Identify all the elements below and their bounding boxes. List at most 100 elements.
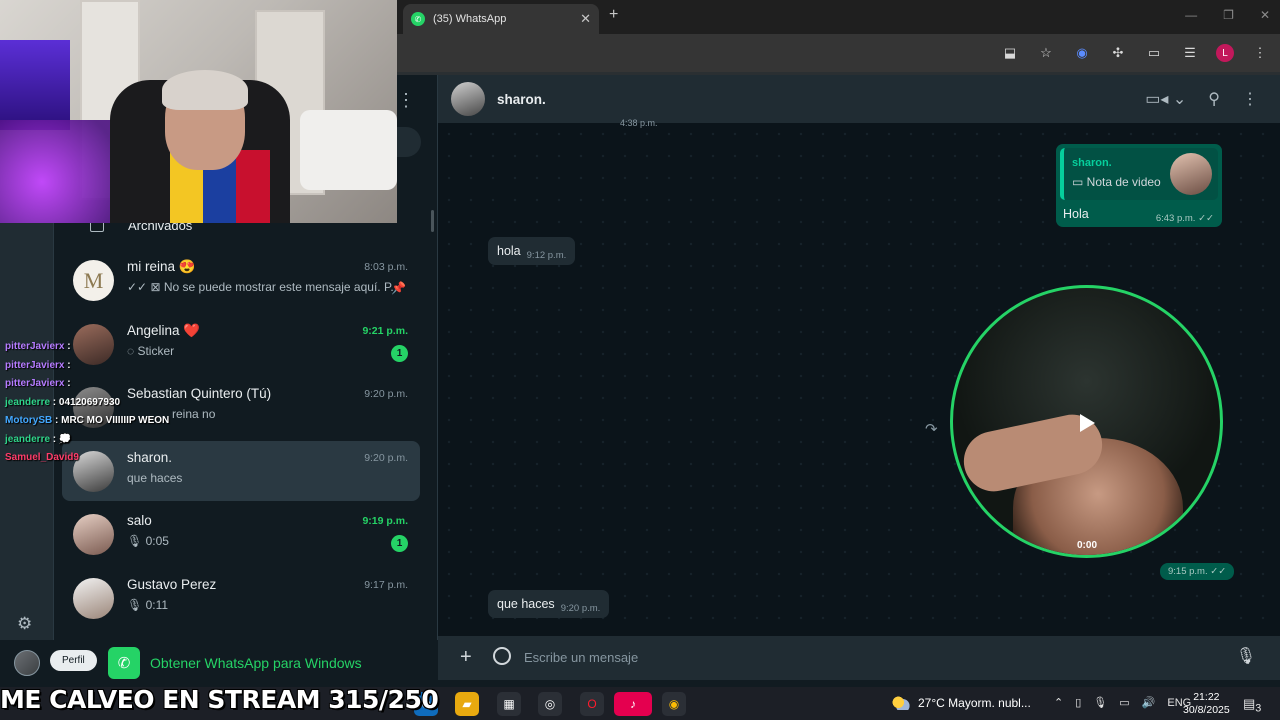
video-note[interactable]: 0:00 bbox=[950, 285, 1223, 558]
profile-avatar[interactable] bbox=[14, 650, 40, 676]
puzzle-icon[interactable]: ✣ bbox=[1108, 43, 1128, 63]
chat-time: 9:21 p.m. bbox=[362, 325, 408, 337]
chrome-icon[interactable]: ◉ bbox=[662, 692, 686, 716]
chat-time: 9:17 p.m. bbox=[364, 579, 408, 591]
conversation-header[interactable]: sharon. ▭◂ ⌄ ⚲ ⋮ bbox=[438, 75, 1280, 123]
message-text: que haces bbox=[497, 597, 555, 611]
search-icon[interactable]: ⚲ bbox=[1208, 89, 1220, 109]
obs-icon[interactable]: ◎ bbox=[538, 692, 562, 716]
chat-separator: : bbox=[64, 359, 71, 371]
chat-name: salo bbox=[127, 513, 152, 528]
settings-gear-icon[interactable]: ⚙ bbox=[17, 614, 32, 634]
message-input[interactable]: Escribe un mensaje bbox=[524, 650, 638, 665]
quoted-thumbnail bbox=[1170, 153, 1212, 195]
menu-icon[interactable]: ⋮ bbox=[397, 90, 415, 111]
new-tab-button[interactable]: + bbox=[609, 6, 618, 24]
minimize-icon[interactable]: — bbox=[1185, 8, 1197, 22]
notification-count: 3 bbox=[1255, 702, 1262, 715]
profile-tooltip: Perfil bbox=[50, 650, 97, 671]
browser-toolbar: ⬓ ☆ ◉ ✣ ▭ ☰ L ⋮ bbox=[397, 34, 1280, 72]
chat-time: 9:19 p.m. bbox=[362, 515, 408, 527]
stream-goal-banner: ME CALVEO EN STREAM 315/250 bbox=[0, 685, 439, 714]
maximize-icon[interactable]: ❐ bbox=[1223, 8, 1234, 22]
outgoing-message[interactable]: sharon. ▭ Nota de video Hola 6:43 p.m. ✓… bbox=[1056, 144, 1222, 227]
emoji-icon[interactable] bbox=[493, 647, 511, 665]
tab-whatsapp[interactable]: ✆ (35) WhatsApp ✕ bbox=[403, 4, 599, 34]
quoted-sender: sharon. bbox=[1072, 157, 1112, 169]
incoming-message[interactable]: que haces 9:20 p.m. bbox=[488, 590, 610, 618]
unread-badge: 1 bbox=[391, 345, 408, 362]
microphone-icon[interactable]: 🎙 bbox=[1236, 646, 1256, 666]
chat-preview: reina no bbox=[172, 407, 216, 421]
browser-menu-icon[interactable]: ⋮ bbox=[1250, 43, 1270, 63]
chat-username: pitterJavierx bbox=[5, 359, 65, 371]
chat-separator: : bbox=[50, 433, 59, 445]
star-icon[interactable]: ☆ bbox=[1036, 43, 1056, 63]
stream-chat-overlay: pitterJavierx : pitterJavierx : pitterJa… bbox=[5, 338, 169, 468]
chat-username: jeanderre bbox=[5, 433, 51, 445]
quoted-type: ▭ Nota de video bbox=[1072, 175, 1161, 189]
stream-chat-line: pitterJavierx : bbox=[5, 375, 169, 394]
chat-name: Angelina ❤️ bbox=[127, 323, 201, 338]
avatar bbox=[73, 578, 114, 619]
tray-app-icon[interactable]: ▯ bbox=[1075, 696, 1081, 709]
reading-list-icon[interactable]: ☰ bbox=[1180, 43, 1200, 63]
stream-chat-line: jeanderre : 💭 bbox=[5, 431, 169, 450]
conversation-menu-icon[interactable]: ⋮ bbox=[1242, 89, 1258, 109]
network-icon[interactable]: ▭ bbox=[1119, 696, 1129, 709]
unread-badge: 1 bbox=[391, 535, 408, 552]
message-time: 9:15 p.m. ✓✓ bbox=[1160, 563, 1235, 580]
video-call-icon[interactable]: ▭◂ ⌄ bbox=[1145, 89, 1186, 109]
tiktok-icon[interactable]: ♪ bbox=[614, 692, 652, 716]
install-icon[interactable]: ⬓ bbox=[1000, 43, 1020, 63]
chat-time: 8:03 p.m. bbox=[364, 261, 408, 273]
message-text: hola bbox=[497, 244, 521, 258]
get-whatsapp-windows-link[interactable]: ✆ Obtener WhatsApp para Windows bbox=[108, 647, 362, 679]
message-time: 4:38 p.m. bbox=[620, 118, 658, 128]
contact-name[interactable]: sharon. bbox=[497, 92, 546, 107]
message-time: 9:20 p.m. bbox=[560, 602, 601, 614]
avatar bbox=[73, 514, 114, 555]
chat-list-scrollbar[interactable] bbox=[431, 210, 434, 232]
file-explorer-icon[interactable]: ▰ bbox=[455, 692, 479, 716]
opera-icon[interactable]: O bbox=[580, 692, 604, 716]
chat-separator: : bbox=[64, 341, 71, 352]
chat-item[interactable]: Gustavo Perez 9:17 p.m. 🎙 0:11 bbox=[62, 568, 420, 628]
chat-item[interactable]: salo 9:19 p.m. 🎙 0:05 1 bbox=[62, 504, 420, 564]
forward-icon[interactable]: ↷ bbox=[925, 420, 938, 438]
chat-username: pitterJavierx bbox=[5, 341, 65, 352]
browser-profile-avatar[interactable]: L bbox=[1216, 44, 1234, 62]
screen: ✆ (35) WhatsApp ✕ + — ❐ ✕ ⬓ ☆ ◉ ✣ ▭ ☰ L … bbox=[0, 0, 1280, 720]
window-controls: — ❐ ✕ bbox=[1185, 8, 1270, 22]
pin-icon: 📌 bbox=[391, 281, 406, 295]
clock-date: 30/8/2025 bbox=[1183, 704, 1230, 716]
attach-plus-icon[interactable]: + bbox=[460, 646, 472, 669]
chat-separator: : bbox=[52, 415, 62, 426]
store-icon[interactable]: ▦ bbox=[497, 692, 521, 716]
partly-cloudy-icon bbox=[892, 696, 910, 710]
close-tab-icon[interactable]: ✕ bbox=[580, 11, 591, 27]
close-window-icon[interactable]: ✕ bbox=[1260, 8, 1270, 22]
clock[interactable]: 21:22 30/8/2025 bbox=[1183, 691, 1230, 717]
weather-text: 27°C Mayorm. nubl... bbox=[918, 696, 1031, 710]
chat-message: 04120697930 bbox=[58, 396, 121, 408]
notification-center-icon[interactable]: ▤3 bbox=[1243, 696, 1261, 715]
mic-tray-icon[interactable]: 🎙 bbox=[1093, 696, 1107, 709]
quoted-message[interactable]: sharon. ▭ Nota de video bbox=[1060, 148, 1218, 200]
message-composer: + Escribe un mensaje 🎙 bbox=[438, 636, 1280, 680]
chat-username: jeanderre bbox=[5, 396, 51, 408]
contact-avatar[interactable] bbox=[451, 82, 485, 116]
cast-icon[interactable]: ▭ bbox=[1144, 43, 1164, 63]
quoted-type-label: Nota de video bbox=[1086, 175, 1161, 189]
incoming-message[interactable]: hola 9:12 p.m. bbox=[488, 237, 576, 265]
chat-preview: 🎙 0:05 bbox=[127, 534, 169, 548]
chat-message: 💭 bbox=[58, 433, 72, 445]
play-icon[interactable] bbox=[1080, 414, 1095, 432]
whatsapp-favicon-icon: ✆ bbox=[411, 12, 425, 26]
volume-icon[interactable]: 🔊 bbox=[1142, 696, 1156, 709]
message-time: 9:12 p.m. bbox=[526, 249, 567, 261]
extension-blue-icon[interactable]: ◉ bbox=[1072, 43, 1092, 63]
weather-widget[interactable]: 27°C Mayorm. nubl... bbox=[892, 696, 1031, 710]
chevron-up-icon[interactable]: ⌃ bbox=[1054, 696, 1063, 709]
chat-item[interactable]: M mi reina 😍 8:03 p.m. ✓✓ ⊠ No se puede … bbox=[62, 250, 420, 310]
